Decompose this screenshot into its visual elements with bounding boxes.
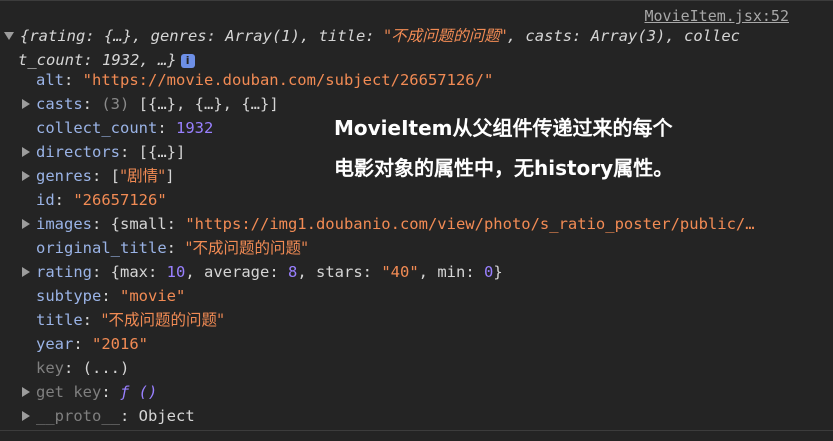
- property-value-open: {small:: [110, 215, 186, 233]
- expand-arrow-icon[interactable]: [22, 99, 30, 109]
- property-key: rating: [36, 263, 92, 281]
- property-separator: :: [101, 383, 120, 401]
- property-separator: :: [157, 119, 176, 137]
- expand-arrow-icon[interactable]: [22, 171, 30, 181]
- property-row-subtype: subtype: "movie": [36, 284, 185, 308]
- devtools-console: MovieItem.jsx:52 {rating: {…}, genres: A…: [0, 0, 833, 441]
- property-key: get key: [36, 383, 102, 401]
- collapse-arrow-icon[interactable]: [4, 32, 14, 40]
- expand-arrow-icon[interactable]: [22, 387, 30, 397]
- property-row-proto[interactable]: __proto__: Object: [36, 404, 195, 428]
- property-key: __proto__: [36, 407, 120, 425]
- rating-min-value: 0: [484, 263, 494, 281]
- property-row-title: title: "不成问题的问题": [36, 308, 224, 332]
- property-row-casts[interactable]: casts: (3) [{…}, {…}, {…}]: [36, 92, 279, 116]
- property-key: year: [36, 335, 74, 353]
- property-key: alt: [36, 71, 64, 89]
- top-divider: [0, 0, 833, 1]
- property-row-id: id: "26657126": [36, 188, 167, 212]
- property-count-prefix: (3): [101, 95, 139, 113]
- expand-arrow-icon[interactable]: [22, 411, 30, 421]
- property-row-alt: alt: "https://movie.douban.com/subject/2…: [36, 68, 493, 92]
- property-key: collect_count: [36, 119, 158, 137]
- property-key: original_title: [36, 239, 167, 257]
- property-separator: :: [54, 191, 74, 209]
- rating-open: {max:: [110, 263, 167, 281]
- property-value: "https://movie.douban.com/subject/266571…: [82, 71, 494, 89]
- property-value: [{…}]: [138, 143, 186, 161]
- property-value: "https://img1.doubanio.com/view/photo/s_…: [185, 215, 755, 233]
- property-value-open: [: [110, 167, 121, 185]
- property-row-key: key: (...): [36, 356, 129, 380]
- property-separator: :: [82, 95, 102, 113]
- summary-text-a: {rating: {…}, genres: Array(1), title:: [20, 27, 384, 45]
- property-key: casts: [36, 95, 83, 113]
- property-separator: :: [92, 167, 111, 185]
- summary-title-value: "不成问题的问题": [383, 27, 507, 45]
- rating-max-value: 10: [166, 263, 186, 281]
- property-row-collect-count: collect_count: 1932: [36, 116, 213, 140]
- property-row-directors[interactable]: directors: [{…}]: [36, 140, 185, 164]
- expand-arrow-icon[interactable]: [22, 147, 30, 157]
- property-value: "movie": [120, 287, 186, 305]
- property-value: "26657126": [73, 191, 167, 209]
- property-separator: :: [92, 263, 111, 281]
- property-row-rating[interactable]: rating: {max: 10, average: 8, stars: "40…: [36, 260, 503, 284]
- rating-stars-value: "40": [381, 263, 419, 281]
- property-key: genres: [36, 167, 92, 185]
- property-key: key: [36, 359, 64, 377]
- property-row-original-title: original_title: "不成问题的问题": [36, 236, 308, 260]
- property-value: "不成问题的问题": [101, 311, 225, 329]
- property-separator: :: [64, 359, 83, 377]
- property-separator: :: [92, 215, 111, 233]
- property-separator: :: [120, 143, 139, 161]
- property-key: images: [36, 215, 92, 233]
- summary-text-b: , casts: Array(3), collec: [506, 27, 741, 45]
- bottom-divider: [0, 430, 833, 431]
- property-separator: :: [64, 71, 83, 89]
- property-value: [{…}, {…}, {…}]: [138, 95, 279, 113]
- property-row-images[interactable]: images: {small: "https://img1.doubanio.c…: [36, 212, 755, 236]
- rating-average-value: 8: [288, 263, 298, 281]
- annotation-line-1: MovieItem从父组件传递过来的每个: [334, 116, 673, 140]
- property-value: Object: [138, 407, 195, 425]
- property-separator: :: [120, 407, 139, 425]
- rating-sep: , stars:: [297, 263, 382, 281]
- property-separator: :: [101, 287, 120, 305]
- info-icon[interactable]: i: [180, 54, 195, 68]
- property-row-genres[interactable]: genres: ["剧情"]: [36, 164, 175, 188]
- property-row-get-key[interactable]: get key: ƒ (): [36, 380, 157, 404]
- rating-sep: , min:: [418, 263, 484, 281]
- property-key: id: [36, 191, 55, 209]
- property-key: subtype: [36, 287, 102, 305]
- summary-line-1[interactable]: {rating: {…}, genres: Array(1), title: "…: [4, 24, 740, 48]
- rating-close: }: [493, 263, 503, 281]
- expand-arrow-icon[interactable]: [22, 267, 30, 277]
- property-row-year: year: "2016": [36, 332, 148, 356]
- property-value: ƒ (): [120, 383, 158, 401]
- expand-arrow-icon[interactable]: [22, 219, 30, 229]
- annotation-line-2: 电影对象的属性中，无history属性。: [334, 156, 674, 180]
- property-value: "剧情": [120, 167, 166, 185]
- summary-text-c: t_count: 1932, …}: [18, 51, 177, 69]
- property-value: "不成问题的问题": [185, 239, 309, 257]
- rating-sep: , average:: [185, 263, 288, 281]
- property-key: directors: [36, 143, 120, 161]
- property-separator: :: [73, 335, 92, 353]
- property-value: "2016": [92, 335, 148, 353]
- property-key: title: [36, 311, 83, 329]
- property-value: 1932: [176, 119, 214, 137]
- property-separator: :: [166, 239, 186, 257]
- property-value-close: ]: [165, 167, 175, 185]
- property-separator: :: [82, 311, 102, 329]
- property-value: (...): [82, 359, 130, 377]
